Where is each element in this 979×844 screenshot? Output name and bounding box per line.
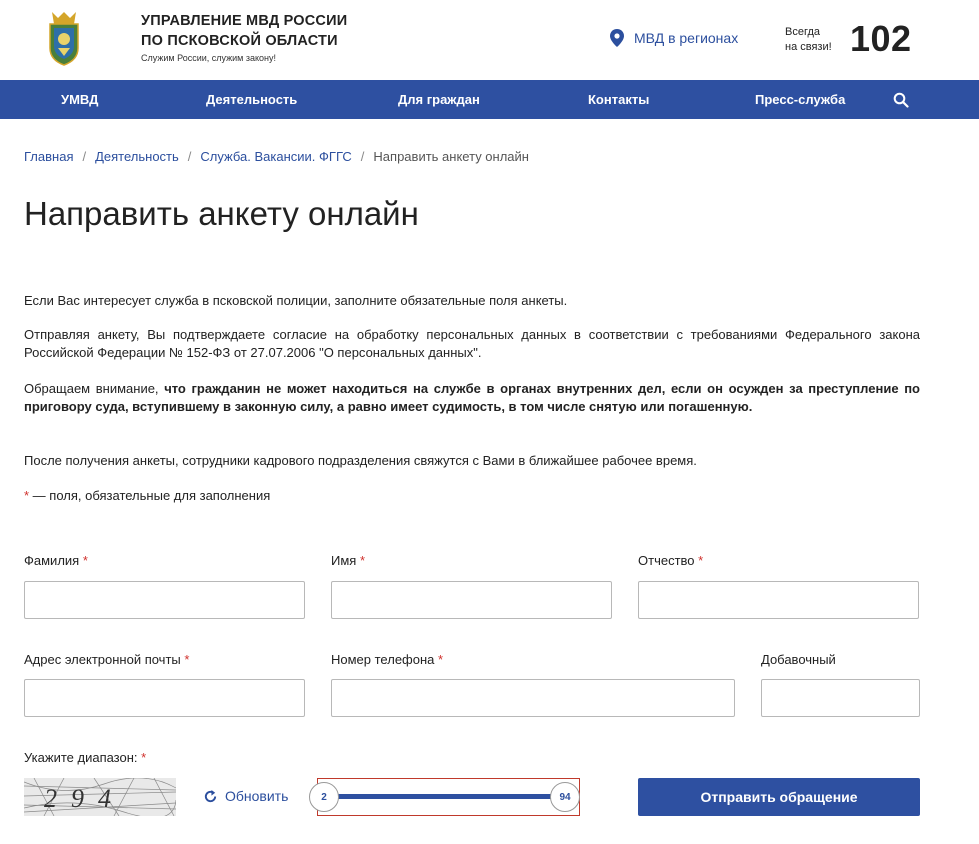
ext-input[interactable]	[761, 679, 920, 717]
regions-link[interactable]: МВД в регионах	[610, 29, 738, 47]
patronymic-label: Отчество *	[638, 553, 703, 568]
required-star: *	[184, 652, 190, 667]
nav-item-contacts[interactable]: Контакты	[588, 92, 649, 107]
notice-prefix: Обращаем внимание,	[24, 381, 165, 396]
breadcrumb-activity[interactable]: Деятельность	[95, 149, 179, 164]
map-pin-icon	[610, 29, 624, 47]
refresh-icon	[204, 789, 217, 802]
always-line1: Всегда	[785, 26, 821, 38]
emblem-icon[interactable]	[44, 8, 84, 68]
always-line2: на связи!	[785, 41, 832, 53]
after-text: После получения анкеты, сотрудники кадро…	[24, 453, 697, 468]
name-label-text: Имя	[331, 553, 357, 568]
breadcrumb-current: Направить анкету онлайн	[373, 149, 529, 164]
phone-label: Номер телефона *	[331, 652, 443, 667]
page-title: Направить анкету онлайн	[24, 195, 419, 232]
required-star: *	[698, 553, 704, 568]
nav-item-umvd[interactable]: УМВД	[61, 92, 98, 107]
required-star: *	[141, 750, 147, 765]
required-star: *	[82, 553, 88, 568]
org-slogan: Служим России, служим закону!	[141, 53, 276, 63]
search-icon[interactable]	[893, 92, 909, 108]
surname-label-text: Фамилия	[24, 553, 80, 568]
slider-handle-min[interactable]: 2	[309, 782, 339, 812]
refresh-captcha-button[interactable]: Обновить	[203, 788, 288, 804]
range-slider[interactable]: 2 94	[309, 778, 580, 816]
name-label: Имя *	[331, 553, 365, 568]
range-label-text: Укажите диапазон:	[24, 750, 138, 765]
intro-text: Если Вас интересует служба в псковской п…	[24, 293, 568, 308]
notice-text: Обращаем внимание, что гражданин не може…	[24, 380, 920, 416]
required-star: *	[359, 553, 366, 568]
ext-label: Добавочный	[761, 652, 836, 667]
nav-item-activity[interactable]: Деятельность	[206, 92, 297, 107]
captcha-image: 294	[24, 778, 176, 816]
site-header: УПРАВЛЕНИЕ МВД РОССИИ ПО ПСКОВСКОЙ ОБЛАС…	[0, 0, 979, 80]
surname-input[interactable]	[24, 581, 305, 619]
breadcrumb-separator: /	[187, 149, 192, 164]
submit-button[interactable]: Отправить обращение	[638, 778, 920, 816]
phone-input[interactable]	[331, 679, 735, 717]
email-label-text: Адрес электронной почты	[24, 652, 181, 667]
always-on-call: Всегда на связи!	[785, 25, 832, 55]
name-input[interactable]	[331, 581, 612, 619]
email-label: Адрес электронной почты *	[24, 652, 189, 667]
required-star: *	[438, 652, 444, 667]
breadcrumb-home[interactable]: Главная	[24, 149, 73, 164]
patronymic-label-text: Отчество	[638, 553, 695, 568]
breadcrumb-separator: /	[360, 149, 365, 164]
email-input[interactable]	[24, 679, 305, 717]
surname-label: Фамилия *	[24, 553, 88, 568]
hotline-number[interactable]: 102	[850, 18, 912, 60]
org-title-line1: УПРАВЛЕНИЕ МВД РОССИИ	[141, 13, 348, 29]
slider-handle-max[interactable]: 94	[550, 782, 580, 812]
phone-label-text: Номер телефона	[331, 652, 435, 667]
org-title-line2: ПО ПСКОВСКОЙ ОБЛАСТИ	[141, 33, 338, 49]
required-note-text: — поля, обязательные для заполнения	[29, 488, 271, 503]
breadcrumb-separator: /	[82, 149, 87, 164]
required-note: * — поля, обязательные для заполнения	[24, 487, 920, 505]
captcha-text: 294	[44, 784, 125, 813]
breadcrumb: Главная / Деятельность / Служба. Ваканси…	[24, 149, 529, 164]
regions-link-label: МВД в регионах	[634, 30, 739, 46]
range-label: Укажите диапазон: *	[24, 750, 146, 765]
refresh-label: Обновить	[225, 788, 289, 804]
breadcrumb-vacancies[interactable]: Служба. Вакансии. ФГГС	[200, 149, 351, 164]
consent-text: Отправляя анкету, Вы подтверждаете согла…	[24, 327, 920, 360]
patronymic-input[interactable]	[638, 581, 919, 619]
nav-item-press[interactable]: Пресс-служба	[755, 92, 845, 107]
nav-item-citizens[interactable]: Для граждан	[398, 92, 480, 107]
main-nav: УМВД Деятельность Для граждан Контакты П…	[0, 80, 979, 119]
slider-track	[332, 794, 565, 799]
org-title[interactable]: УПРАВЛЕНИЕ МВД РОССИИ ПО ПСКОВСКОЙ ОБЛАС…	[141, 11, 347, 51]
